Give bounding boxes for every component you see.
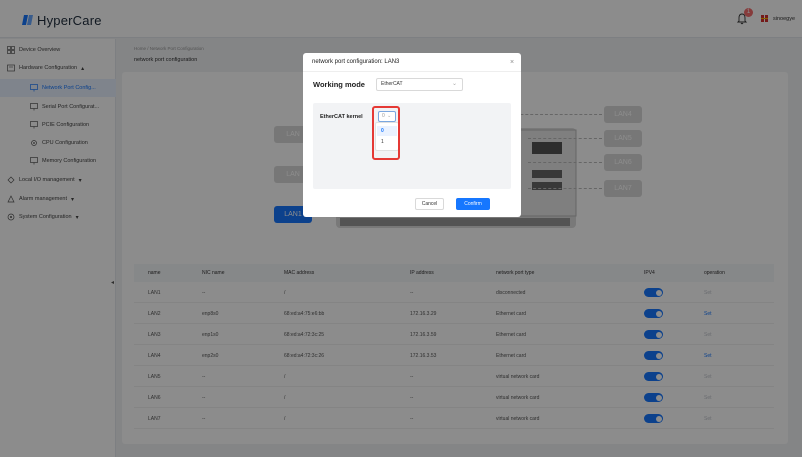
network-port-config-dialog: network port configuration: LAN3 × Worki… — [303, 53, 521, 217]
close-icon[interactable]: × — [510, 59, 514, 66]
confirm-button[interactable]: Confirm — [456, 198, 490, 210]
highlight-box — [372, 106, 400, 160]
ethercat-settings-box: EtherCAT kernel 0 ⌄ 0 1 — [313, 103, 511, 189]
dialog-divider — [303, 71, 521, 72]
working-mode-select[interactable]: EtherCAT ⌄ — [376, 78, 463, 91]
cancel-button[interactable]: Cancel — [415, 198, 444, 210]
dialog-title: network port configuration: LAN3 — [312, 59, 400, 65]
ethercat-kernel-label: EtherCAT kernel — [320, 114, 363, 120]
chevron-down-icon: ⌄ — [451, 81, 457, 87]
working-mode-value: EtherCAT — [381, 81, 403, 87]
working-mode-label: Working mode — [313, 80, 365, 89]
